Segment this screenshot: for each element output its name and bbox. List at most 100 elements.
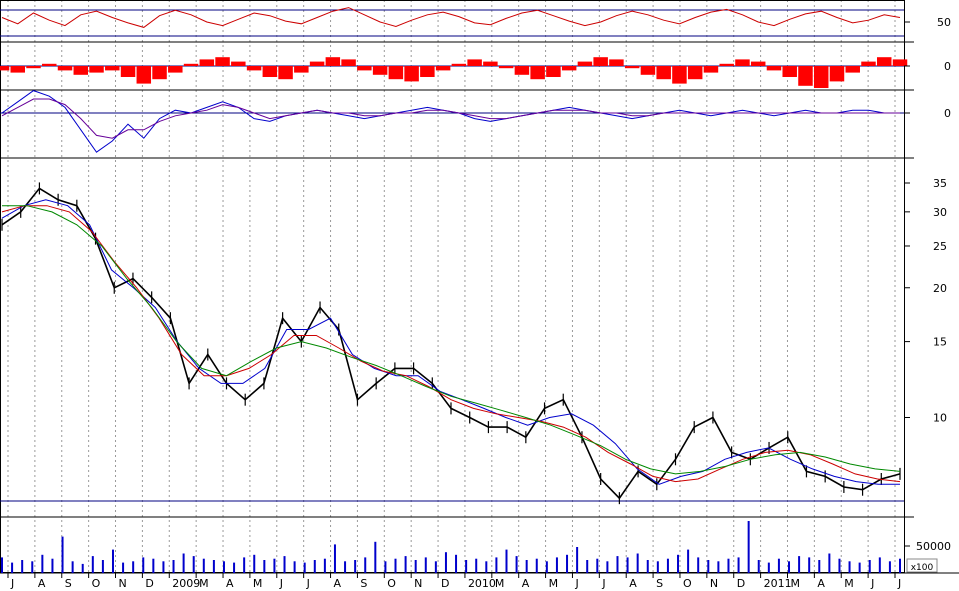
histogram-bar (42, 63, 57, 66)
x-tick-label: J (279, 577, 283, 590)
volume-bar (192, 556, 195, 573)
histogram-bar (136, 66, 152, 84)
volume-bar (636, 553, 639, 573)
panel-tick-label: 0 (944, 60, 951, 73)
volume-bar (757, 560, 760, 573)
volume-bar (354, 560, 357, 573)
volume-bar (545, 561, 548, 573)
histogram-bar (73, 66, 89, 75)
volume-bar (586, 560, 589, 573)
x-tick-label: 2011 (764, 577, 792, 590)
volume-bar (162, 561, 165, 573)
x-tick-label: M (253, 577, 263, 590)
volume-bar (424, 557, 427, 573)
histogram-bar (357, 66, 372, 71)
histogram-bar (467, 59, 482, 66)
volume-bar (273, 558, 276, 573)
x-tick-label: J (10, 577, 14, 590)
volume-bar (21, 560, 24, 573)
histogram-bar (294, 66, 309, 73)
histogram-bar (246, 66, 262, 71)
volume-bar (212, 560, 215, 573)
histogram-bar (892, 59, 908, 66)
histogram-bar (451, 63, 467, 66)
histogram-bar (672, 66, 687, 84)
x-tick-label: D (145, 577, 153, 590)
volume-bar (495, 557, 498, 573)
panel-tick-label: 50000 (916, 540, 951, 553)
volume-bar (414, 560, 417, 573)
volume-bar (555, 557, 558, 573)
volume-bar (566, 554, 569, 573)
stock-chart: 500035302520151050000x100 J A S O N D 2009M A M J… (0, 0, 959, 590)
histogram-bar (735, 59, 750, 66)
histogram-bar (593, 57, 608, 66)
x-tick-label: O (387, 577, 396, 590)
x-tick-label: N (710, 577, 718, 590)
histogram-bar (530, 66, 545, 80)
volume-bar (525, 560, 528, 573)
histogram-bar (199, 59, 215, 66)
histogram-bar (483, 61, 498, 66)
volume-bar (606, 561, 609, 573)
x-tick-label: D (737, 577, 745, 590)
volume-bar (777, 558, 780, 573)
histogram-bar (546, 66, 561, 77)
volume-bar (677, 554, 680, 573)
volume-bar (535, 558, 538, 573)
x-tick-label: A (334, 577, 342, 590)
x-tick-label: M (549, 577, 559, 590)
x-tick-label: J (306, 577, 310, 590)
volume-bar (818, 560, 821, 573)
histogram-bar (278, 66, 293, 80)
volume-bar (878, 557, 881, 573)
price-tick-label: 10 (933, 412, 947, 425)
histogram-bar (10, 66, 25, 73)
volume-bar (798, 556, 801, 573)
volume-bar (505, 549, 508, 573)
x-tick-label: M (790, 577, 800, 590)
histogram-bar (168, 66, 183, 73)
price-series-2 (1, 205, 901, 483)
volume-bar (434, 561, 437, 573)
volume-bar (384, 561, 387, 573)
volume-bar (364, 557, 367, 573)
histogram-bar (498, 66, 514, 69)
oscillator-rsi-line-0 (1, 7, 901, 28)
price-series-3 (2, 205, 901, 475)
volume-bar (707, 560, 710, 573)
volume-bar (656, 561, 659, 573)
x-tick-label: S (360, 577, 367, 590)
volume-bar (293, 561, 296, 573)
volume-bar (888, 561, 891, 573)
volume-bar (455, 554, 458, 573)
volume-bar (626, 557, 629, 573)
volume-bar (697, 557, 700, 573)
volume-bar (222, 561, 225, 573)
histogram-bar (325, 57, 341, 66)
histogram-bar (152, 66, 167, 80)
volume-bar (596, 558, 599, 573)
histogram-bar (57, 66, 73, 71)
volume-bar (848, 561, 851, 573)
histogram-bar (845, 66, 860, 73)
histogram-bar (105, 66, 120, 71)
histogram-bar (687, 66, 703, 80)
volume-bar (61, 536, 64, 573)
x-tick-label: J (574, 577, 578, 590)
histogram-bar (388, 66, 404, 80)
volume-bar (899, 558, 901, 573)
x-tick-label: A (629, 577, 637, 590)
volume-bar (616, 556, 619, 573)
histogram-bar (813, 66, 829, 88)
volume-bar (868, 560, 871, 573)
histogram-bar (183, 63, 199, 66)
oscillator-lines-line-0 (1, 90, 900, 153)
volume-bar (233, 562, 236, 573)
volume-bar (91, 556, 94, 573)
histogram-bar (577, 61, 593, 66)
volume-bar (666, 558, 669, 573)
volume-bar (374, 541, 377, 573)
volume-bar (404, 556, 407, 573)
histogram-bar (829, 66, 845, 82)
